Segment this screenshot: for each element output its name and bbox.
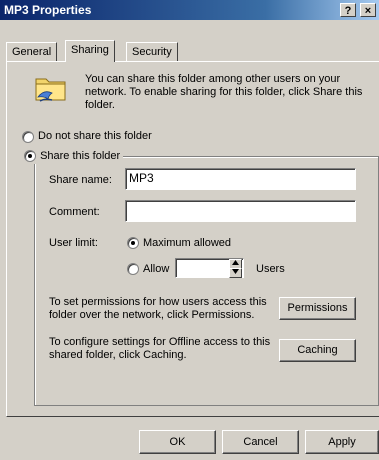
shared-folder-icon bbox=[34, 71, 68, 108]
share-label[interactable]: Share this folder bbox=[40, 150, 120, 162]
users-label: Users bbox=[256, 263, 285, 275]
ok-button[interactable]: OK bbox=[139, 430, 216, 454]
share-radio[interactable] bbox=[24, 150, 36, 163]
do-not-share-radio[interactable] bbox=[22, 131, 34, 143]
share-name-label: Share name: bbox=[49, 174, 112, 186]
share-groupbox bbox=[34, 156, 379, 406]
permissions-button[interactable]: Permissions bbox=[279, 297, 356, 320]
tab-security[interactable]: Security bbox=[126, 42, 178, 61]
help-button[interactable]: ? bbox=[340, 3, 356, 17]
arrow-up-icon bbox=[232, 260, 239, 265]
close-button[interactable]: × bbox=[360, 3, 376, 17]
tab-general[interactable]: General bbox=[6, 42, 58, 61]
allow-label[interactable]: Allow bbox=[143, 263, 169, 275]
maximum-allowed-label[interactable]: Maximum allowed bbox=[143, 237, 231, 249]
comment-input[interactable] bbox=[125, 200, 356, 222]
tab-sharing[interactable]: Sharing bbox=[65, 40, 115, 62]
share-legend: Share this folder bbox=[20, 150, 124, 164]
permissions-text: To set permissions for how users access … bbox=[49, 296, 267, 321]
spin-down-button[interactable] bbox=[229, 268, 242, 278]
maximum-allowed-radio[interactable] bbox=[127, 237, 139, 249]
share-name-input[interactable]: MP3 bbox=[125, 168, 356, 190]
arrow-down-icon bbox=[232, 269, 239, 274]
cancel-button[interactable]: Cancel bbox=[222, 430, 299, 454]
apply-button[interactable]: Apply bbox=[305, 430, 379, 454]
allow-radio[interactable] bbox=[127, 263, 139, 275]
caching-text: To configure settings for Offline access… bbox=[49, 336, 271, 361]
comment-label: Comment: bbox=[49, 206, 100, 218]
window-title: MP3 Properties bbox=[4, 3, 92, 17]
title-bar: MP3 Properties ? × bbox=[0, 0, 379, 20]
user-limit-label: User limit: bbox=[49, 237, 98, 249]
do-not-share-label[interactable]: Do not share this folder bbox=[38, 130, 152, 142]
caching-button[interactable]: Caching bbox=[279, 339, 356, 362]
sharing-info-text: You can share this folder among other us… bbox=[85, 73, 363, 111]
